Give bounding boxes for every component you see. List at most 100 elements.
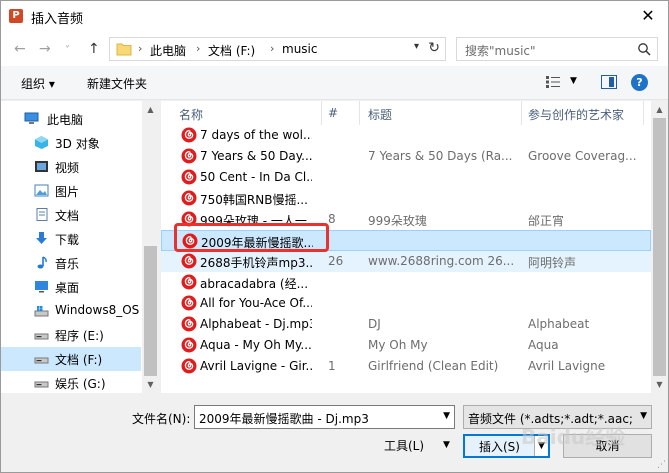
organize-menu[interactable]: 组织 ▾: [21, 75, 55, 92]
sidebar-item-downloads[interactable]: 下载: [1, 227, 141, 251]
netease-music-file-icon: [181, 148, 197, 164]
file-artist: Aqua: [528, 338, 559, 352]
column-divider[interactable]: [643, 101, 644, 125]
resize-grip-icon[interactable]: ⋰: [657, 460, 666, 470]
view-options-icon[interactable]: [545, 75, 561, 89]
file-artist: 阿明铃声: [528, 256, 577, 270]
file-row[interactable]: Avril Lavigne - Gir... 1 Girlfriend (Clean…: [161, 356, 651, 377]
red-highlight-annotation: [174, 223, 329, 252]
sidebar-item-this-pc[interactable]: 此电脑: [1, 107, 141, 131]
preview-pane-icon[interactable]: [601, 75, 617, 89]
chevron-down-icon[interactable]: ▾: [414, 41, 419, 52]
file-title: DJ: [368, 317, 381, 331]
file-row[interactable]: 750韩国RNB慢摇...: [161, 188, 651, 209]
tools-menu[interactable]: 工具(L): [384, 437, 424, 454]
file-title: My Oh My: [368, 338, 428, 352]
column-divider[interactable]: [321, 101, 322, 125]
filename-field[interactable]: 2009年最新慢摇歌曲 - Dj.mp3 ▼: [194, 405, 455, 429]
chevron-down-icon[interactable]: ▼: [443, 411, 450, 421]
netease-music-file-icon: [181, 295, 197, 311]
column-header-artist[interactable]: 参与创作的艺术家: [528, 106, 624, 123]
chevron-down-icon[interactable]: ▼: [640, 411, 647, 421]
close-button[interactable]: ✕: [638, 6, 658, 26]
sidebar-item-pictures[interactable]: 图片: [1, 179, 141, 203]
netease-music-file-icon: [181, 337, 197, 353]
netease-music-file-icon: [181, 316, 197, 332]
chevron-down-icon[interactable]: ▼: [443, 440, 450, 450]
breadcrumb-music[interactable]: music: [282, 42, 317, 56]
netease-music-file-icon: [181, 253, 197, 269]
search-icon: [638, 43, 651, 56]
column-header-name[interactable]: 名称: [179, 106, 203, 123]
refresh-icon[interactable]: ↻: [428, 40, 440, 56]
new-folder-button[interactable]: 新建文件夹: [87, 75, 147, 92]
file-row[interactable]: Alphabeat - Dj.mp3 DJ Alphabeat: [161, 314, 651, 335]
sidebar-item-3d-objects[interactable]: 3D 对象: [1, 131, 141, 155]
netease-music-file-icon: [181, 169, 197, 185]
scroll-up-icon[interactable]: ▲: [651, 101, 668, 118]
file-row[interactable]: 50 Cent - In Da Cl...: [161, 167, 651, 188]
file-row[interactable]: 2688手机铃声mp3... 26 www.2688ring.com 26... 阿明…: [161, 251, 651, 272]
file-row[interactable]: Aqua - My Oh My... My Oh My Aqua: [161, 335, 651, 356]
file-list-scrollbar[interactable]: ▲ ▼: [651, 101, 668, 393]
scroll-down-icon[interactable]: ▼: [651, 376, 668, 393]
sidebar-scroll-thumb[interactable]: [144, 246, 157, 376]
computer-icon: [24, 112, 39, 124]
file-row[interactable]: 7 Years & 50 Day... 7 Years & 50 Days (Ra…: [161, 146, 651, 167]
insert-audio-dialog: P 插入音频 ✕ ← → ˅ ↑ › 此电脑 › 文档 (F:) › music…: [0, 0, 669, 473]
file-row[interactable]: abracadabra (经...: [161, 272, 651, 293]
file-name: 2688手机铃声mp3...: [200, 256, 312, 270]
recent-locations-icon[interactable]: ˅: [65, 43, 70, 59]
search-placeholder: 搜索"music": [465, 44, 536, 58]
file-title: 7 Years & 50 Days (Ra...: [368, 149, 513, 163]
file-artist: Alphabeat: [528, 317, 590, 331]
sort-ascending-icon: ^: [243, 101, 251, 108]
file-list-scroll-thumb[interactable]: [653, 118, 666, 376]
scroll-down-icon[interactable]: ▼: [142, 376, 159, 393]
breadcrumb-this-pc[interactable]: 此电脑: [150, 42, 186, 59]
sidebar-item-music[interactable]: 音乐: [1, 251, 141, 275]
up-arrow-icon[interactable]: ↑: [88, 41, 100, 57]
column-header-row: 名称 ^ # 标题 参与创作的艺术家: [161, 101, 651, 125]
file-title: www.2688ring.com 26...: [368, 254, 513, 268]
file-name: All for You-Ace Of...: [200, 296, 312, 310]
file-name: abracadabra (经...: [200, 277, 309, 291]
sidebar-item-windows8-os[interactable]: Windows8_OS: [1, 299, 141, 323]
sidebar-item-documents[interactable]: 文档: [1, 203, 141, 227]
drive-icon: [34, 333, 49, 340]
sidebar-item-drive-g[interactable]: 娱乐 (G:): [1, 371, 141, 393]
file-row[interactable]: All for You-Ace Of...: [161, 293, 651, 314]
sidebar-item-desktop[interactable]: 桌面: [1, 275, 141, 299]
sidebar-item-videos[interactable]: 视频: [1, 155, 141, 179]
netease-music-file-icon: [181, 190, 197, 206]
breadcrumb-documents-f[interactable]: 文档 (F:): [208, 42, 255, 59]
file-title: Girlfriend (Clean Edit): [368, 359, 499, 373]
forward-arrow-icon[interactable]: →: [39, 41, 51, 57]
file-artist: 邰正宵: [528, 214, 565, 228]
address-bar[interactable]: › 此电脑 › 文档 (F:) › music ▾ ↻: [109, 37, 446, 61]
scroll-up-icon[interactable]: ▲: [142, 101, 159, 118]
help-icon[interactable]: ?: [631, 74, 648, 91]
title-bar: P 插入音频 ✕: [1, 1, 668, 32]
column-header-number[interactable]: #: [328, 106, 338, 120]
column-header-title[interactable]: 标题: [368, 106, 392, 123]
breadcrumb-separator: ›: [270, 42, 275, 55]
file-track-number: 8: [328, 212, 336, 226]
file-track-number: 26: [328, 254, 344, 268]
video-icon: [35, 161, 48, 172]
sidebar-item-drive-f[interactable]: 文档 (F:): [1, 347, 141, 371]
search-box[interactable]: 搜索"music": [456, 37, 658, 61]
file-name: 50 Cent - In Da Cl...: [200, 170, 312, 184]
sidebar-item-drive-e[interactable]: 程序 (E:): [1, 323, 141, 347]
column-divider[interactable]: [359, 101, 360, 125]
documents-icon: [36, 208, 48, 221]
column-divider[interactable]: [521, 101, 522, 125]
sidebar-scrollbar[interactable]: ▲ ▼: [142, 101, 159, 393]
file-name: Aqua - My Oh My...: [200, 338, 312, 352]
back-arrow-icon[interactable]: ←: [14, 41, 26, 57]
drive-icon: [34, 306, 49, 317]
file-row[interactable]: 7 days of the wol...: [161, 125, 651, 146]
drive-icon: [34, 357, 49, 364]
chevron-down-icon[interactable]: ▼: [570, 76, 577, 86]
filename-value[interactable]: 2009年最新慢摇歌曲 - Dj.mp3: [199, 410, 369, 427]
